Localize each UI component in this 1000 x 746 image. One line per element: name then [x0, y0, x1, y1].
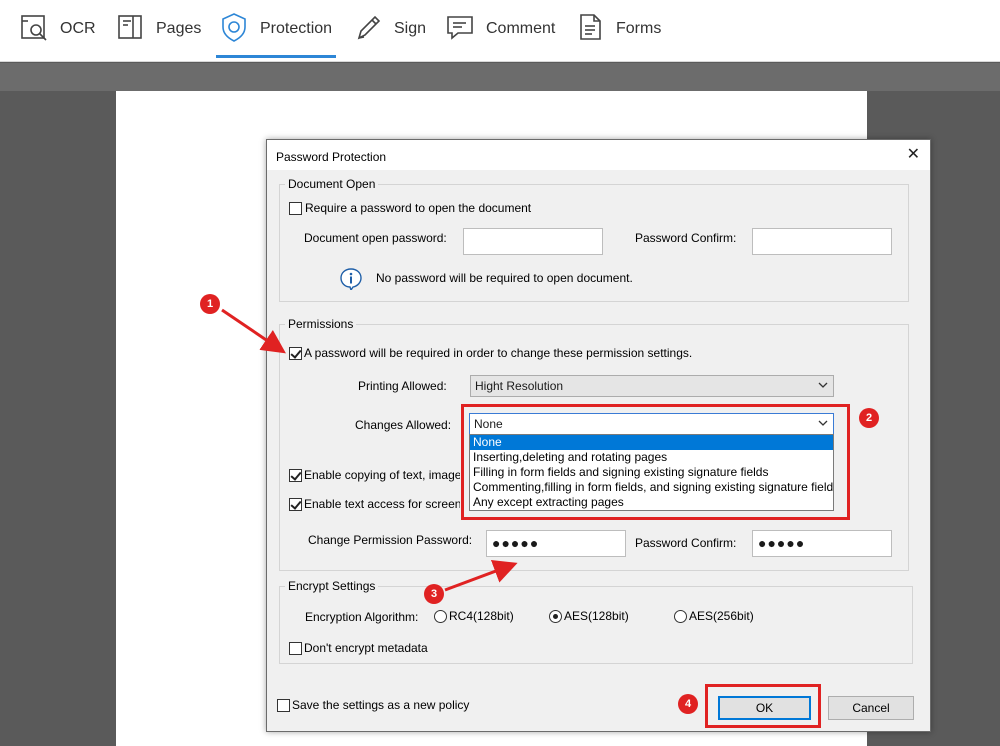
open-password-info-text: No password will be required to open doc… — [376, 271, 633, 285]
save-policy-label: Save the settings as a new policy — [292, 698, 470, 712]
annotation-badge-2: 2 — [859, 408, 879, 428]
toolbar-protection[interactable]: Protection — [215, 0, 337, 58]
document-open-confirm-label: Password Confirm: — [635, 231, 737, 245]
annotation-badge-3: 3 — [424, 584, 444, 604]
comment-icon — [444, 11, 476, 48]
enable-copying-label: Enable copying of text, images, and othe… — [304, 468, 460, 482]
chevron-down-icon — [817, 378, 829, 392]
info-icon — [340, 268, 362, 292]
annotation-rect-dropdown — [461, 404, 850, 520]
forms-icon — [574, 11, 606, 48]
document-open-password-label: Document open password: — [304, 231, 447, 245]
toolbar-ocr[interactable]: OCR — [18, 0, 96, 58]
change-permission-password-label: Change Permission Password: — [308, 533, 473, 547]
encrypt-settings-group-label: Encrypt Settings — [285, 579, 379, 593]
radio-aes128[interactable] — [549, 610, 562, 623]
radio-aes256-label: AES(256bit) — [689, 609, 754, 623]
toolbar-pages-label: Pages — [156, 20, 202, 37]
toolbar-protection-label: Protection — [260, 20, 333, 37]
require-permission-password-checkbox[interactable] — [289, 347, 302, 360]
close-icon[interactable]: ✕ — [907, 147, 920, 163]
toolbar-pages[interactable]: Pages — [114, 0, 201, 58]
printing-allowed-value: Hight Resolution — [475, 379, 564, 393]
radio-rc4[interactable] — [434, 610, 447, 623]
dont-encrypt-metadata-checkbox[interactable] — [289, 642, 302, 655]
annotation-rect-ok — [705, 684, 821, 728]
document-open-group-label: Document Open — [285, 177, 379, 191]
changes-allowed-label: Changes Allowed: — [355, 418, 452, 432]
printing-allowed-label: Printing Allowed: — [358, 379, 447, 393]
enable-text-access-label: Enable text access for screen reader dev… — [304, 497, 460, 511]
save-policy-checkbox[interactable] — [277, 699, 290, 712]
require-open-password-checkbox[interactable] — [289, 202, 302, 215]
permission-confirm-input[interactable]: ●●●●● — [752, 530, 892, 557]
toolbar-forms[interactable]: Forms — [574, 0, 661, 58]
toolbar-sign[interactable]: Sign — [352, 0, 426, 58]
toolbar-comment-label: Comment — [486, 20, 556, 37]
encryption-algorithm-label: Encryption Algorithm: — [305, 610, 419, 624]
enable-copying-checkbox[interactable] — [289, 469, 302, 482]
shield-icon — [218, 11, 250, 48]
printing-allowed-select[interactable]: Hight Resolution — [470, 375, 834, 397]
radio-rc4-label: RC4(128bit) — [449, 609, 514, 623]
toolbar-comment[interactable]: Comment — [444, 0, 555, 58]
toolbar-sign-label: Sign — [394, 20, 427, 37]
dialog-title-bar: Password Protection ✕ — [267, 140, 930, 170]
enable-text-access-checkbox[interactable] — [289, 498, 302, 511]
require-permission-password-label: A password will be required in order to … — [304, 346, 693, 360]
annotation-badge-1: 1 — [200, 294, 220, 314]
permission-confirm-label: Password Confirm: — [635, 536, 737, 550]
change-permission-password-input[interactable]: ●●●●● — [486, 530, 626, 557]
pen-icon — [352, 11, 384, 48]
ocr-icon — [18, 11, 50, 48]
cancel-button[interactable]: Cancel — [828, 696, 914, 720]
toolbar-forms-label: Forms — [616, 20, 662, 37]
pages-icon — [114, 11, 146, 48]
require-open-password-label: Require a password to open the document — [305, 201, 532, 215]
radio-aes256[interactable] — [674, 610, 687, 623]
document-open-password-input[interactable] — [463, 228, 603, 255]
permissions-group-label: Permissions — [285, 317, 357, 331]
annotation-badge-4: 4 — [678, 694, 698, 714]
ribbon-band — [0, 63, 1000, 91]
radio-aes128-label: AES(128bit) — [564, 609, 629, 623]
document-open-confirm-input[interactable] — [752, 228, 892, 255]
toolbar-ocr-label: OCR — [60, 20, 96, 37]
main-toolbar: OCR Pages Protection Sign Comment Forms — [0, 0, 1000, 62]
dont-encrypt-metadata-label: Don't encrypt metadata — [304, 641, 428, 655]
dialog-title: Password Protection — [276, 150, 387, 164]
